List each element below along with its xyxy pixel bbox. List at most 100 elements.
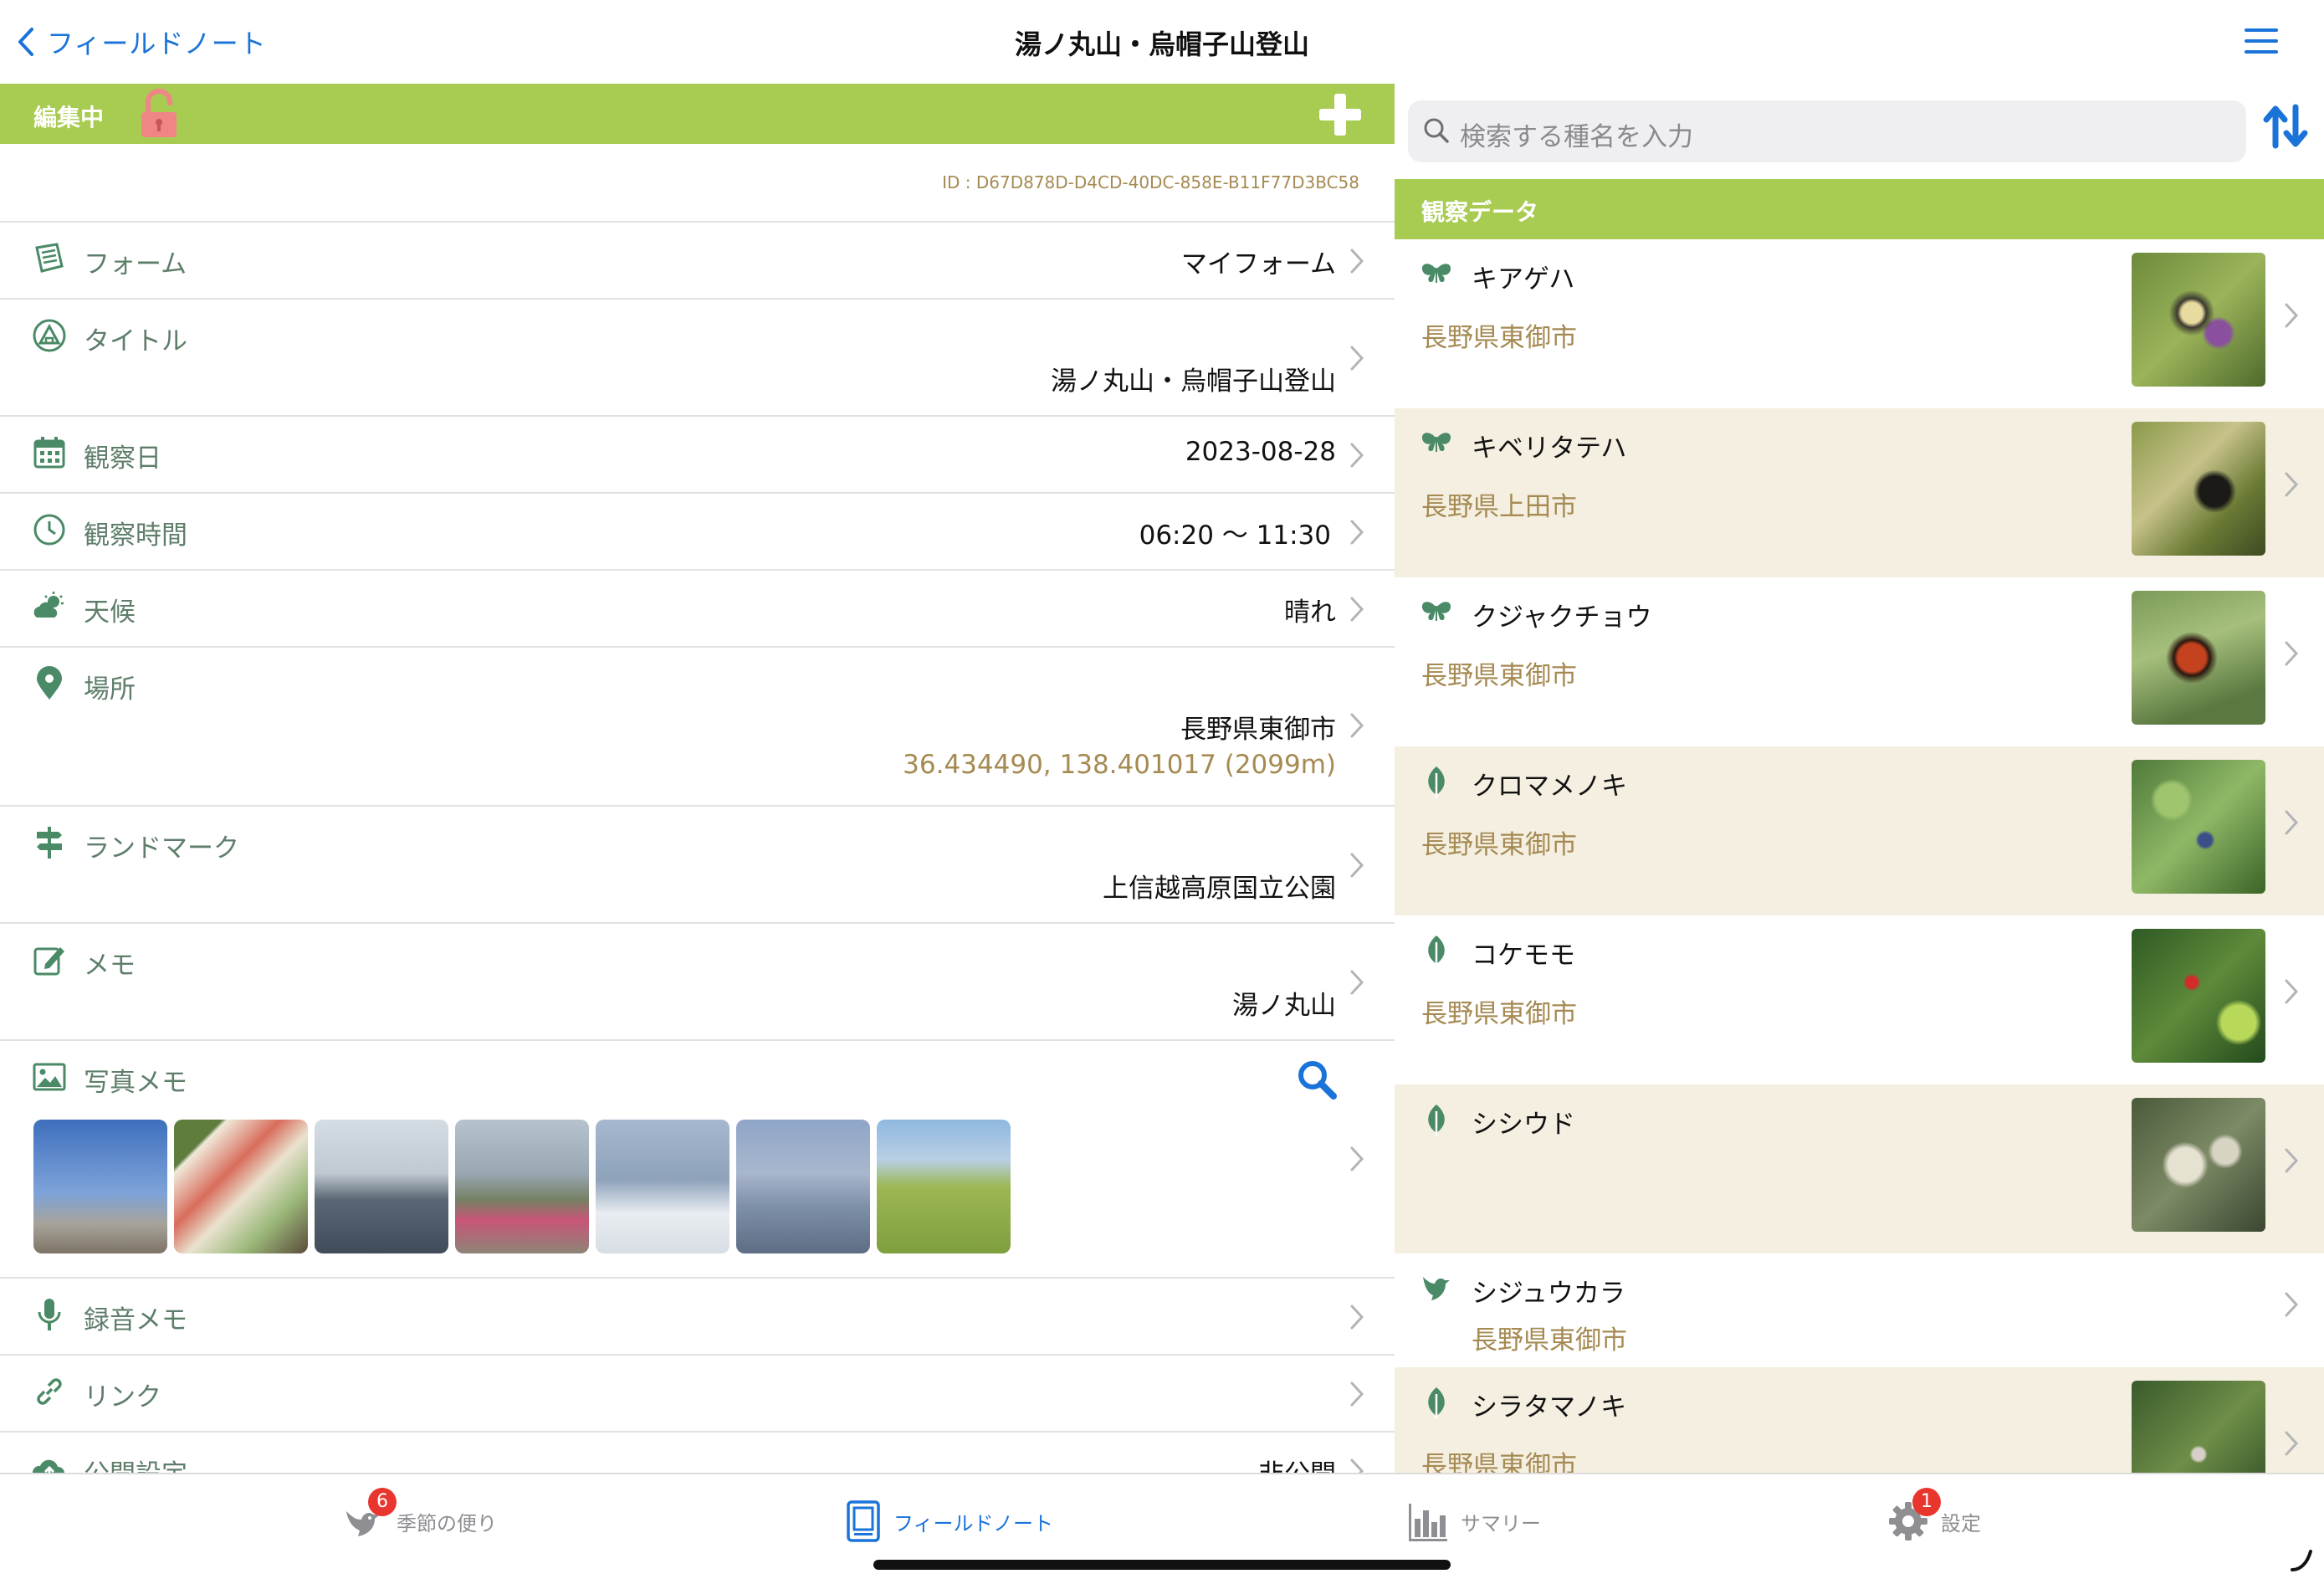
photo-memo-row[interactable]: 写真メモ	[0, 1039, 1395, 1277]
menu-icon[interactable]	[2242, 22, 2280, 60]
photo-thumbnail[interactable]	[174, 1120, 308, 1253]
observation-list-pane: 検索する種名を入力 観察データ キアゲハ 長野県東御市 キベリタテハ 長野県上田…	[1395, 84, 2324, 1473]
search-icon[interactable]	[1295, 1058, 1339, 1101]
observation-item[interactable]: シシウド	[1395, 1084, 2324, 1253]
landmark-label: ランドマーク	[84, 833, 239, 864]
photo-thumbnail[interactable]	[736, 1120, 870, 1253]
title-row[interactable]: タイトル 湯ノ丸山・烏帽子山登山	[0, 298, 1395, 415]
time-label: 観察時間	[84, 520, 187, 551]
date-row[interactable]: 観察日 2023-08-28	[0, 415, 1395, 492]
time-row[interactable]: 観察時間 06:20 〜 11:30	[0, 492, 1395, 569]
observation-location: 長野県東御市	[1421, 999, 1577, 1029]
observation-item[interactable]: キベリタテハ 長野県上田市	[1395, 408, 2324, 577]
place-value: 長野県東御市	[1180, 715, 1336, 745]
weather-row[interactable]: 天候 晴れ	[0, 569, 1395, 646]
visibility-label: 公開設定	[84, 1453, 187, 1473]
observation-item[interactable]: キアゲハ 長野県東御市	[1395, 239, 2324, 408]
observation-photo	[2132, 1381, 2265, 1473]
date-value: 2023-08-28	[1185, 437, 1336, 467]
photo-thumbnail[interactable]	[33, 1120, 167, 1253]
observation-location: 長野県東御市	[1421, 323, 1577, 353]
form-row[interactable]: フォーム マイフォーム	[0, 221, 1395, 298]
chevron-right-icon	[2285, 472, 2299, 497]
record-id: ID : D67D878D-D4CD-40DC-858E-B11F77D3BC5…	[942, 172, 1359, 192]
observation-item[interactable]: コケモモ 長野県東御市	[1395, 915, 2324, 1084]
observation-name: キアゲハ	[1472, 264, 1575, 295]
memo-label: メモ	[84, 951, 136, 981]
observation-photo	[2132, 591, 2265, 725]
title-value: 湯ノ丸山・烏帽子山登山	[1051, 367, 1336, 397]
search-icon	[1424, 118, 1449, 143]
edit-status: 編集中	[33, 104, 105, 131]
chevron-right-icon	[1350, 520, 1364, 545]
butterfly-icon	[1421, 433, 1451, 452]
photo-thumbnail[interactable]	[596, 1120, 729, 1253]
chevron-right-icon	[1350, 346, 1364, 371]
photo-memo-label: 写真メモ	[84, 1068, 187, 1098]
chevron-right-icon	[1350, 853, 1364, 878]
field-note-detail: 編集中 ID : D67D878D-D4CD-40DC-858E-B11F77D…	[0, 84, 1395, 1473]
cloud-upload-icon	[32, 1459, 64, 1473]
photo-thumbnail[interactable]	[455, 1120, 589, 1253]
chevron-right-icon	[2285, 1148, 2299, 1173]
observation-name: コケモモ	[1472, 941, 1575, 971]
audio-memo-row[interactable]: 録音メモ	[0, 1277, 1395, 1354]
leaf-icon	[1428, 766, 1445, 798]
weather-icon	[33, 592, 64, 618]
chevron-right-icon	[1350, 1458, 1364, 1473]
butterfly-icon	[1421, 602, 1451, 621]
home-indicator[interactable]	[873, 1560, 1451, 1570]
memo-row[interactable]: メモ 湯ノ丸山	[0, 922, 1395, 1039]
chevron-right-icon	[2285, 303, 2299, 328]
landmark-value: 上信越高原国立公園	[1103, 874, 1336, 904]
chevron-right-icon	[2285, 1292, 2299, 1317]
link-row[interactable]: リンク	[0, 1354, 1395, 1431]
observation-item[interactable]: シラタマノキ 長野県東御市	[1395, 1367, 2324, 1473]
bird-icon	[1423, 1277, 1450, 1300]
chevron-right-icon	[1350, 713, 1364, 738]
butterfly-icon	[1421, 264, 1451, 283]
tab-season[interactable]: 季節の便り 6	[341, 1488, 497, 1545]
chevron-right-icon	[1350, 443, 1364, 468]
visibility-row[interactable]: 公開設定 非公開	[0, 1431, 1395, 1473]
chevron-right-icon	[1350, 1382, 1364, 1407]
species-search-field[interactable]: 検索する種名を入力	[1408, 100, 2246, 162]
observation-photo	[2132, 929, 2265, 1063]
audio-memo-label: 録音メモ	[84, 1305, 187, 1335]
observation-name: シジュウカラ	[1472, 1279, 1625, 1309]
photo-thumbnail[interactable]	[877, 1120, 1011, 1253]
place-row[interactable]: 場所 長野県東御市 36.434490, 138.401017 (2099m)	[0, 646, 1395, 805]
observation-photo	[2132, 422, 2265, 556]
sort-icon[interactable]	[2261, 102, 2310, 151]
mountain-icon	[33, 319, 66, 352]
clock-icon	[33, 514, 65, 546]
tab-settings-label: 設定	[1941, 1511, 1981, 1535]
chevron-right-icon	[2285, 641, 2299, 666]
observation-item[interactable]: クジャクチョウ 長野県東御市	[1395, 577, 2324, 746]
observation-name: クジャクチョウ	[1472, 602, 1652, 633]
chevron-right-icon	[2285, 979, 2299, 1004]
landmark-row[interactable]: ランドマーク 上信越高原国立公園	[0, 805, 1395, 922]
weather-value: 晴れ	[1284, 597, 1336, 628]
notification-badge: 6	[368, 1488, 397, 1516]
observations-section-title: 観察データ	[1421, 198, 1539, 226]
observation-item[interactable]: クロマメノキ 長野県東御市	[1395, 746, 2324, 915]
photo-thumbnail[interactable]	[315, 1120, 448, 1253]
link-label: リンク	[84, 1382, 161, 1412]
chevron-right-icon	[2285, 1431, 2299, 1456]
tab-summary-label: サマリー	[1461, 1511, 1541, 1535]
chevron-right-icon	[1350, 597, 1364, 622]
chevron-right-icon	[2285, 810, 2299, 835]
page-title: 湯ノ丸山・烏帽子山登山	[1014, 28, 1309, 60]
observation-item[interactable]: シジュウカラ 長野県東御市	[1395, 1253, 2324, 1367]
tab-fieldnote[interactable]: フィールドノート	[845, 1498, 1053, 1545]
add-icon[interactable]	[1318, 92, 1363, 137]
tab-settings[interactable]: 設定 1	[1887, 1488, 1981, 1545]
tab-summary[interactable]: サマリー	[1407, 1498, 1541, 1545]
time-value: 06:20 〜 11:30	[1139, 520, 1331, 551]
observation-location: 長野県東御市	[1421, 830, 1577, 860]
tab-fieldnote-label: フィールドノート	[893, 1511, 1054, 1535]
unlock-icon[interactable]	[138, 89, 180, 141]
tab-season-label: 季節の便り	[397, 1511, 497, 1535]
date-label: 観察日	[84, 443, 161, 474]
